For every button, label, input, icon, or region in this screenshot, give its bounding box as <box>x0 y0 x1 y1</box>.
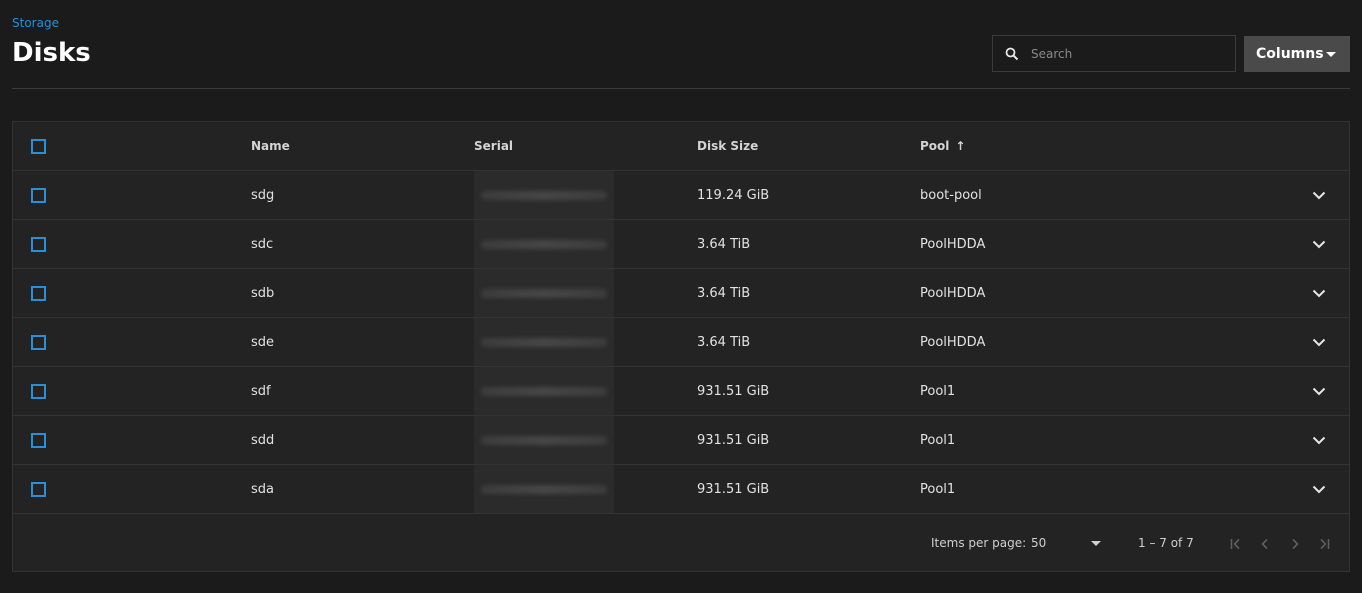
disk-name: sda <box>251 481 274 497</box>
row-select-cell <box>31 416 46 464</box>
items-per-page-value: 50 <box>1031 536 1047 550</box>
row-select-cell <box>31 269 46 317</box>
caret-down-icon <box>1091 541 1101 546</box>
table-row[interactable]: sdf 931.51 GiB Pool1 <box>13 367 1349 416</box>
row-select-cell <box>31 171 46 219</box>
disk-pool: Pool1 <box>920 432 956 448</box>
select-all-cell <box>31 122 46 170</box>
header-divider <box>12 88 1350 89</box>
columns-button-label: Columns <box>1256 46 1324 62</box>
select-all-checkbox[interactable] <box>31 138 46 154</box>
disk-size: 3.64 TiB <box>697 334 751 350</box>
table-row[interactable]: sde 3.64 TiB PoolHDDA <box>13 318 1349 367</box>
disk-size: 931.51 GiB <box>697 481 770 497</box>
breadcrumb-storage[interactable]: Storage <box>12 16 59 30</box>
header-serial[interactable]: Serial <box>474 122 614 170</box>
caret-down-icon <box>1326 52 1336 57</box>
paginator: Items per page: 50 1 – 7 of 7 <box>13 515 1349 571</box>
disk-pool: boot-pool <box>920 187 982 203</box>
chevron-down-icon[interactable] <box>1307 171 1331 219</box>
disk-serial-redacted <box>474 171 614 219</box>
disk-pool: PoolHDDA <box>920 285 986 301</box>
chevron-down-icon[interactable] <box>1307 465 1331 513</box>
disk-name: sdd <box>251 432 275 448</box>
row-checkbox[interactable] <box>31 383 46 399</box>
disk-name: sdc <box>251 236 274 252</box>
table-header-row: Name Serial Disk Size Pool ↑ <box>13 122 1349 171</box>
row-checkbox[interactable] <box>31 236 46 252</box>
disk-serial-redacted <box>474 416 614 464</box>
items-per-page-select[interactable]: 50 <box>1031 531 1101 555</box>
chevron-right-icon[interactable] <box>1284 533 1306 555</box>
last-page-icon[interactable] <box>1313 533 1335 555</box>
disk-pool: PoolHDDA <box>920 236 986 252</box>
disk-name: sdg <box>251 187 275 203</box>
sort-ascending-icon: ↑ <box>955 139 966 153</box>
disks-page: Storage Disks Columns Name Serial Disk S… <box>0 0 1362 593</box>
header-pool-label: Pool <box>920 139 950 153</box>
table-row[interactable]: sdg 119.24 GiB boot-pool <box>13 171 1349 220</box>
row-select-cell <box>31 318 46 366</box>
search-icon <box>993 47 1031 61</box>
row-checkbox[interactable] <box>31 481 46 497</box>
disk-serial-redacted <box>474 269 614 317</box>
disk-name: sdb <box>251 285 275 301</box>
first-page-icon[interactable] <box>1225 533 1247 555</box>
table-row[interactable]: sdb 3.64 TiB PoolHDDA <box>13 269 1349 318</box>
chevron-down-icon[interactable] <box>1307 367 1331 415</box>
search-box[interactable] <box>992 35 1236 72</box>
disks-table: Name Serial Disk Size Pool ↑ sdg 119.24 … <box>12 121 1350 572</box>
header-disk-size[interactable]: Disk Size <box>697 122 758 170</box>
disk-size: 3.64 TiB <box>697 285 751 301</box>
table-row[interactable]: sda 931.51 GiB Pool1 <box>13 465 1349 514</box>
search-input[interactable] <box>1031 36 1235 71</box>
disk-size: 931.51 GiB <box>697 383 770 399</box>
items-per-page-label: Items per page: <box>931 536 1027 550</box>
header-pool[interactable]: Pool ↑ <box>920 122 965 170</box>
row-checkbox[interactable] <box>31 187 46 203</box>
chevron-down-icon[interactable] <box>1307 269 1331 317</box>
row-checkbox[interactable] <box>31 334 46 350</box>
disk-serial-redacted <box>474 465 614 513</box>
disk-pool: Pool1 <box>920 481 956 497</box>
columns-button[interactable]: Columns <box>1244 36 1350 72</box>
disk-name: sde <box>251 334 275 350</box>
row-select-cell <box>31 220 46 268</box>
disk-pool: PoolHDDA <box>920 334 986 350</box>
chevron-down-icon[interactable] <box>1307 220 1331 268</box>
disk-serial-redacted <box>474 318 614 366</box>
disk-serial-redacted <box>474 367 614 415</box>
header-name[interactable]: Name <box>251 122 290 170</box>
chevron-down-icon[interactable] <box>1307 318 1331 366</box>
disk-serial-redacted <box>474 220 614 268</box>
row-select-cell <box>31 465 46 513</box>
table-row[interactable]: sdd 931.51 GiB Pool1 <box>13 416 1349 465</box>
row-select-cell <box>31 367 46 415</box>
page-range-label: 1 – 7 of 7 <box>1138 536 1194 550</box>
chevron-left-icon[interactable] <box>1254 533 1276 555</box>
disk-size: 931.51 GiB <box>697 432 770 448</box>
disk-name: sdf <box>251 383 271 399</box>
row-checkbox[interactable] <box>31 432 46 448</box>
row-checkbox[interactable] <box>31 285 46 301</box>
page-title: Disks <box>12 38 91 68</box>
chevron-down-icon[interactable] <box>1307 416 1331 464</box>
disk-size: 119.24 GiB <box>697 187 770 203</box>
disk-size: 3.64 TiB <box>697 236 751 252</box>
disk-pool: Pool1 <box>920 383 956 399</box>
table-row[interactable]: sdc 3.64 TiB PoolHDDA <box>13 220 1349 269</box>
